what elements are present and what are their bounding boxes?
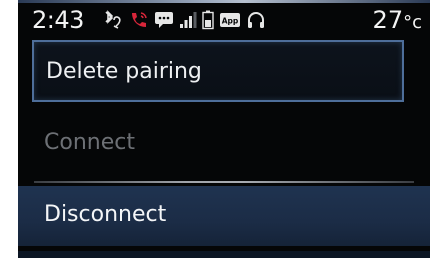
message-icon <box>154 11 174 29</box>
connect-label: Connect <box>44 130 135 155</box>
menu-divider <box>34 181 414 183</box>
bluetooth-phone-icon <box>102 10 124 30</box>
signal-icon <box>179 11 197 29</box>
temperature-value: 27 <box>372 6 404 34</box>
disconnect-button[interactable]: Disconnect <box>18 186 430 246</box>
status-bar: 2:43 App 27°c <box>18 0 430 34</box>
status-icons: App <box>102 9 266 31</box>
delete-pairing-button[interactable]: Delete pairing <box>32 40 404 102</box>
battery-icon <box>202 10 214 30</box>
clock: 2:43 <box>32 6 84 34</box>
next-item-edge <box>18 251 430 258</box>
phone-call-icon <box>129 10 149 30</box>
connect-button[interactable]: Connect <box>32 114 402 172</box>
temperature-unit: °c <box>403 12 422 33</box>
app-icon: App <box>219 11 241 29</box>
infotainment-screen: 2:43 App 27°c Delete pairing Connect Dis… <box>18 0 430 258</box>
temperature: 27°c <box>373 8 422 35</box>
disconnect-label: Disconnect <box>44 202 167 227</box>
app-icon-text: App <box>222 17 239 26</box>
delete-pairing-label: Delete pairing <box>46 59 202 84</box>
headphones-icon <box>246 10 266 30</box>
